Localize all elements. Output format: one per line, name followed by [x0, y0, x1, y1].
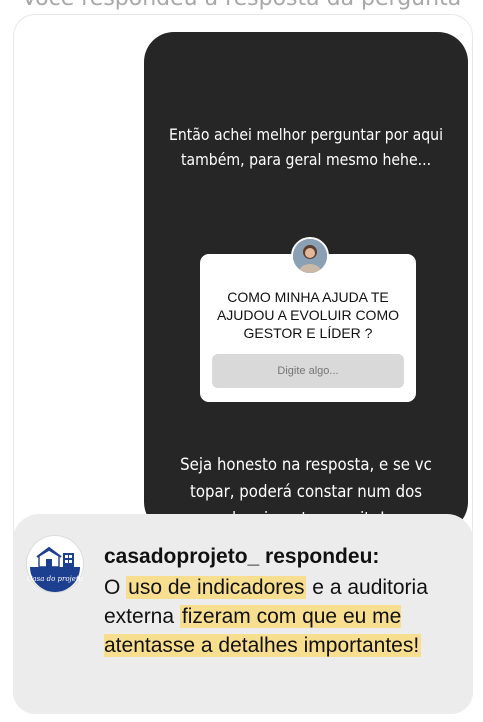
answer-input[interactable] [212, 354, 404, 388]
reply-avatar[interactable]: Casa do projeto [27, 536, 83, 592]
message-card: Então achei melhor perguntar por aqui ta… [13, 14, 473, 714]
shared-story-preview[interactable]: Então achei melhor perguntar por aqui ta… [144, 32, 468, 532]
highlighted-phrase: uso de indicadores [126, 576, 307, 599]
reply-panel: Casa do projeto casadoprojeto_ respondeu… [13, 514, 473, 714]
reply-segment: O [104, 576, 127, 599]
question-avatar [291, 237, 329, 275]
question-sticker[interactable]: COMO MINHA AJUDA TE AJUDOU A EVOLUIR COM… [200, 254, 416, 402]
profile-photo-icon [293, 239, 327, 273]
reply-message: O uso de indicadores e a auditoria exter… [104, 573, 449, 660]
casa-do-projeto-logo-icon: Casa do projeto [27, 537, 83, 592]
reply-username: casadoprojeto_ respondeu: [104, 545, 380, 568]
partial-header-text: Você respondeu à resposta da pergunta [0, 0, 483, 11]
story-text-top: Então achei melhor perguntar por aqui ta… [168, 125, 444, 169]
logo-caption: Casa do projeto [27, 575, 83, 583]
question-text: COMO MINHA AJUDA TE AJUDOU A EVOLUIR COM… [216, 289, 400, 341]
